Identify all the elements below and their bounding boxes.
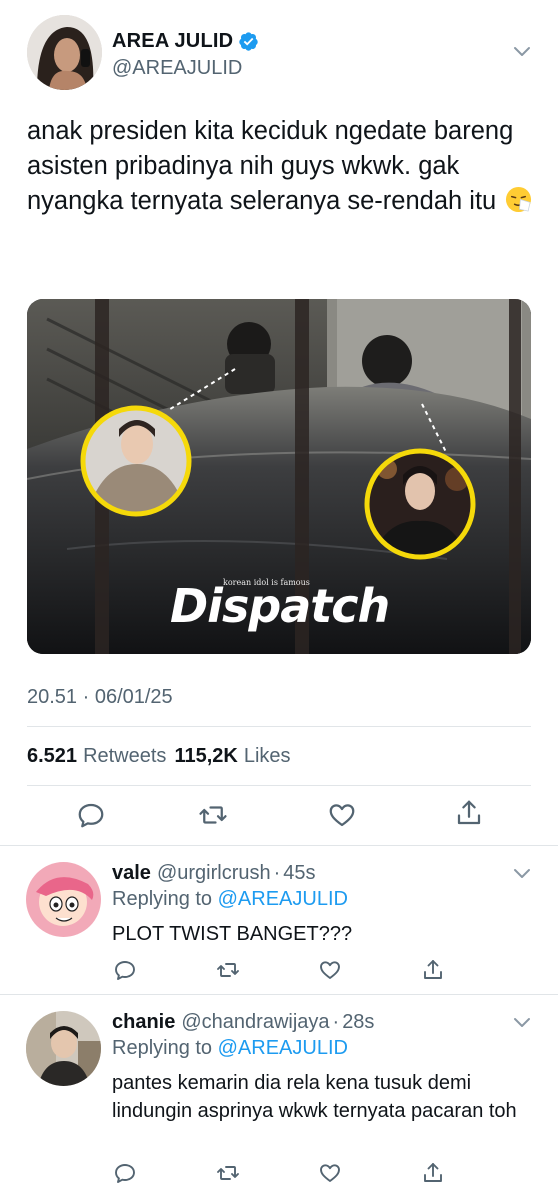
reply-time[interactable]: 45s: [283, 862, 315, 885]
reply-avatar[interactable]: [26, 1011, 101, 1086]
reply-item[interactable]: vale @urgirlcrush · 45s Replying to @ARE…: [0, 846, 558, 994]
replying-to: Replying to @AREAJULID: [112, 1037, 348, 1060]
reply-icon[interactable]: [113, 1161, 137, 1185]
reply-action-bar: [0, 1161, 558, 1189]
chevron-down-icon[interactable]: [513, 46, 531, 58]
reply-text: pantes kemarin dia rela kena tusuk demi …: [112, 1072, 517, 1122]
sneezing-face-emoji: [506, 186, 532, 213]
share-icon[interactable]: [421, 958, 445, 982]
reply-icon[interactable]: [113, 958, 137, 982]
replying-mention[interactable]: @AREAJULID: [218, 1037, 348, 1059]
author-name-row: AREA JULID: [112, 30, 259, 53]
reply-author-handle[interactable]: @chandrawijaya: [181, 1011, 329, 1034]
separator-dot: ·: [332, 1011, 340, 1033]
watermark-tagline: korean idol is famous: [223, 578, 310, 587]
divider: [27, 785, 531, 786]
author-avatar[interactable]: [27, 15, 102, 90]
likes-label[interactable]: Likes: [244, 745, 291, 768]
likes-count[interactable]: 115,2K: [174, 745, 237, 768]
retweet-icon[interactable]: [198, 800, 228, 830]
reply-author-name[interactable]: vale: [112, 862, 151, 885]
separator-dot: ·: [273, 862, 281, 884]
tweet-text: anak presiden kita keciduk ngedate baren…: [27, 114, 537, 219]
retweet-icon[interactable]: [216, 1161, 240, 1185]
like-icon[interactable]: [318, 1161, 342, 1185]
tweet-timestamp[interactable]: 20.51 · 06/01/25: [27, 686, 173, 709]
verified-badge-icon: [239, 32, 258, 51]
reply-header: vale @urgirlcrush · 45s: [112, 862, 316, 885]
dispatch-watermark: Dispatch: [170, 579, 390, 633]
author-handle[interactable]: @AREAJULID: [112, 57, 242, 80]
retweets-count[interactable]: 6.521: [27, 745, 77, 768]
reply-time[interactable]: 28s: [342, 1011, 374, 1034]
tweet-action-bar: [0, 796, 558, 836]
like-icon[interactable]: [318, 958, 342, 982]
reply-avatar[interactable]: [26, 862, 101, 937]
chevron-down-icon[interactable]: [513, 868, 531, 880]
author-name[interactable]: AREA JULID: [112, 30, 233, 53]
retweet-icon[interactable]: [216, 958, 240, 982]
share-icon[interactable]: [421, 1161, 445, 1185]
like-icon[interactable]: [327, 800, 357, 830]
replying-to: Replying to @AREAJULID: [112, 888, 348, 911]
reply-author-name[interactable]: chanie: [112, 1011, 175, 1034]
divider: [27, 726, 531, 727]
share-icon[interactable]: [454, 798, 484, 828]
replying-prefix: Replying to: [112, 1037, 213, 1059]
replying-mention[interactable]: @AREAJULID: [218, 888, 348, 910]
reply-action-bar: [0, 958, 558, 986]
reply-icon[interactable]: [76, 800, 106, 830]
reply-author-handle[interactable]: @urgirlcrush: [157, 862, 271, 885]
chevron-down-icon[interactable]: [513, 1017, 531, 1029]
main-tweet: AREA JULID @AREAJULID anak presiden kita…: [0, 0, 558, 845]
replying-prefix: Replying to: [112, 888, 213, 910]
engagement-stats: 6.521 Retweets 115,2K Likes: [27, 745, 299, 768]
reply-text: PLOT TWIST BANGET???: [112, 923, 353, 945]
tweet-body: anak presiden kita keciduk ngedate baren…: [27, 117, 514, 215]
reply-header: chanie @chandrawijaya · 28s: [112, 1011, 374, 1034]
reply-item[interactable]: chanie @chandrawijaya · 28s Replying to …: [0, 995, 558, 1200]
tweet-media-photo[interactable]: Dispatch korean idol is famous: [27, 299, 531, 654]
retweets-label[interactable]: Retweets: [83, 745, 166, 768]
